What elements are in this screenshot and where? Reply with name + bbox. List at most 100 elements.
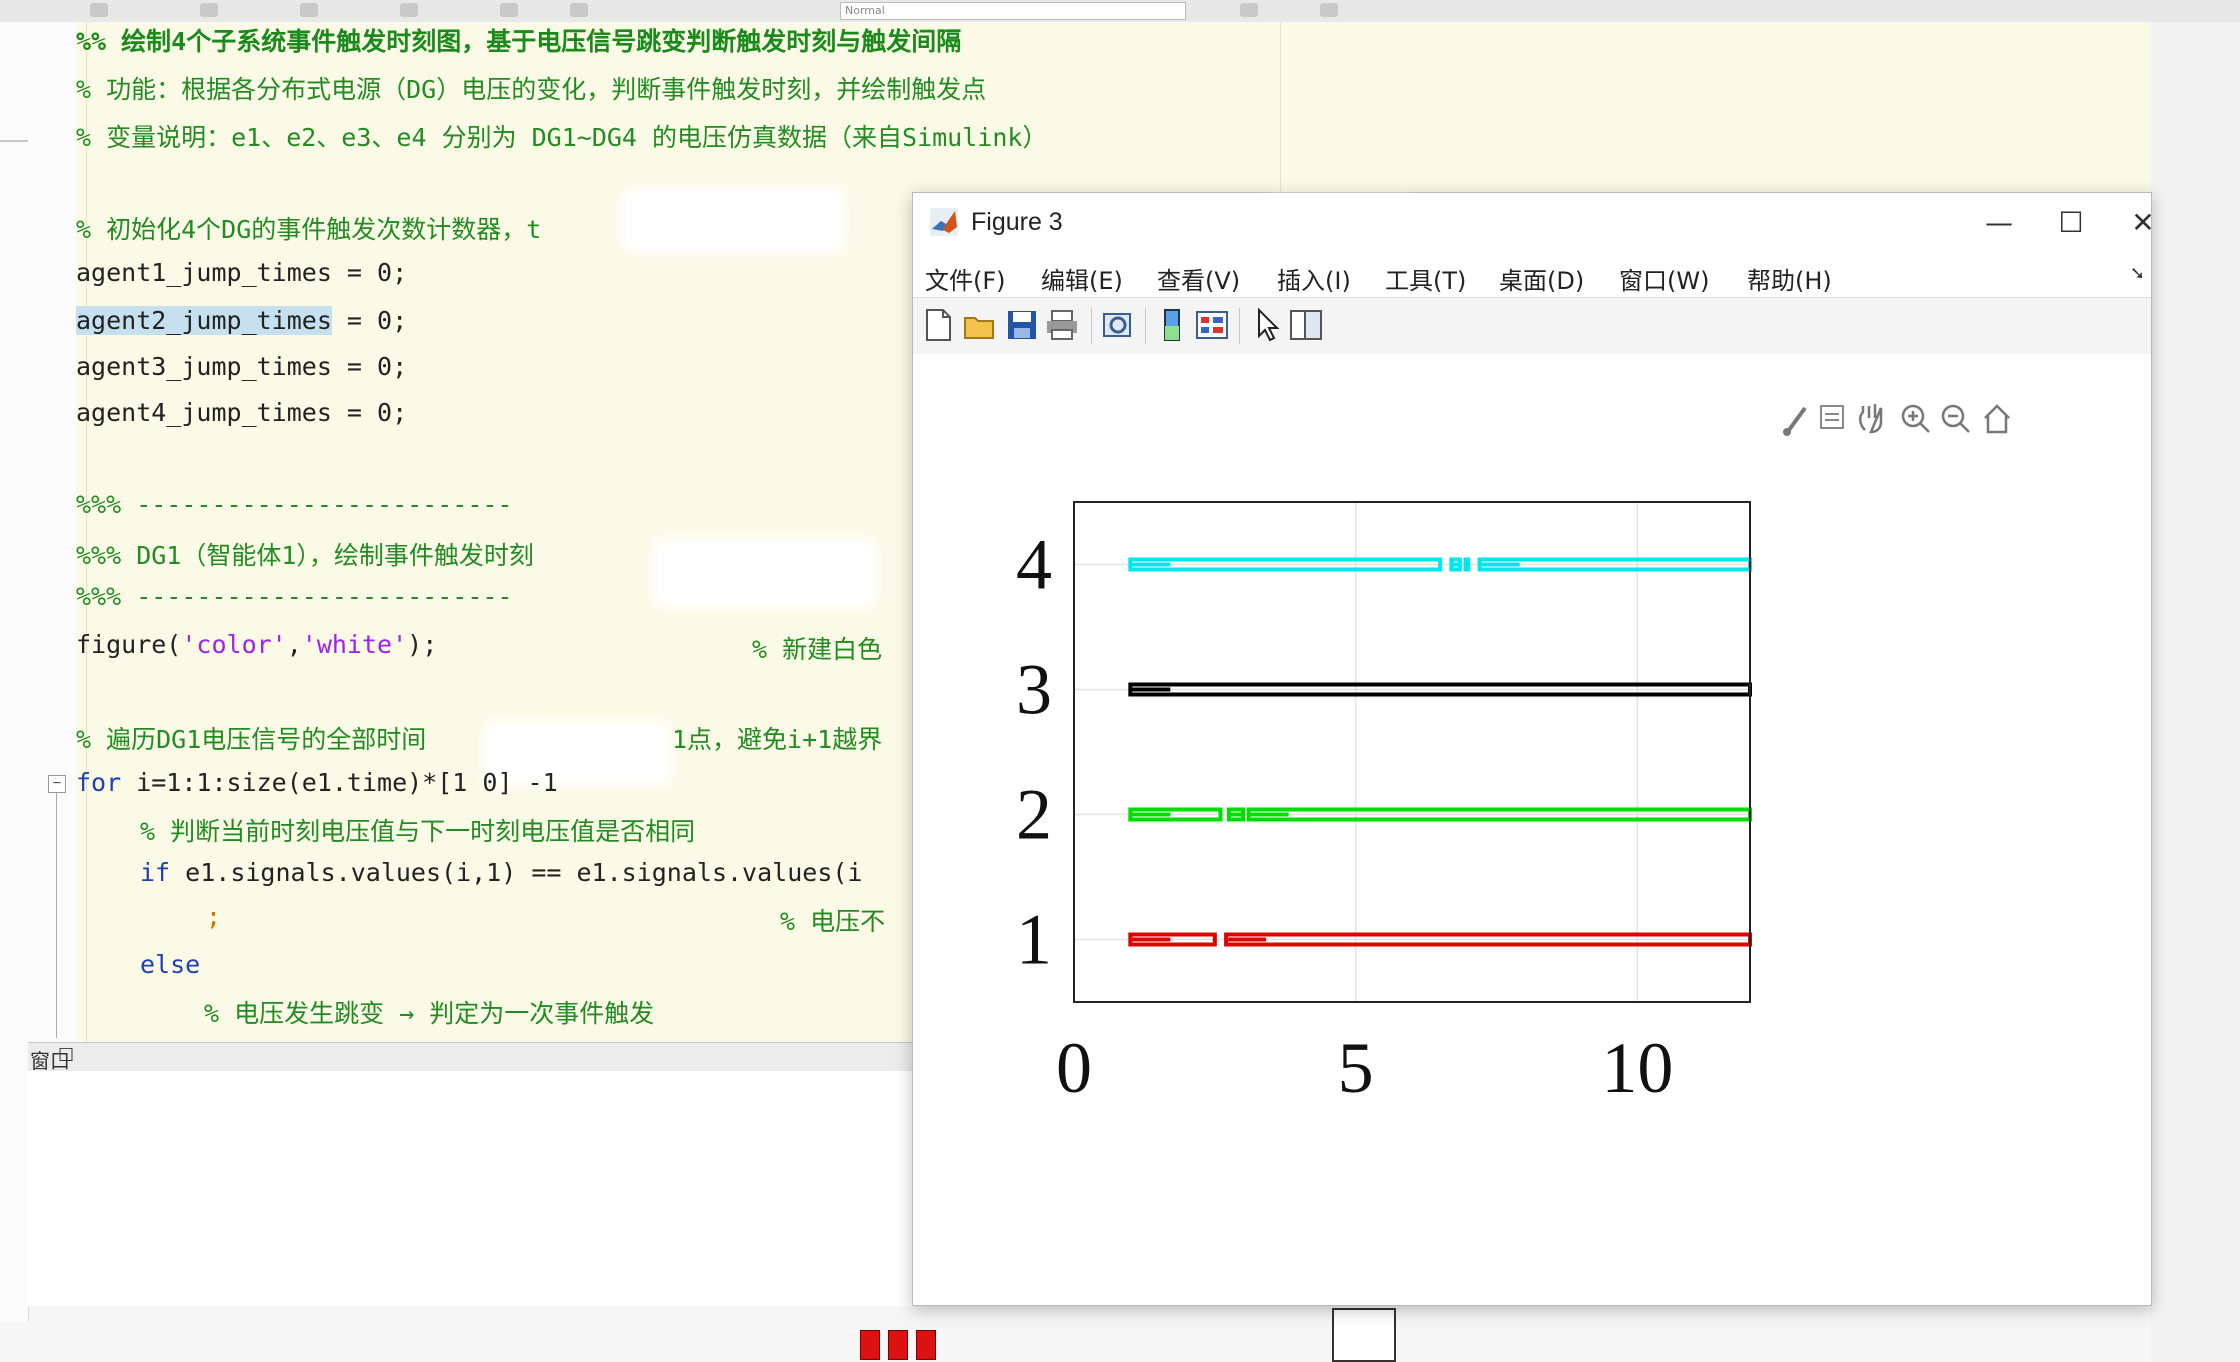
toolstrip-button[interactable] [1320, 3, 1338, 17]
code-line-21[interactable]: else [140, 950, 200, 979]
code-line-14[interactable]: figure('color','white'); [76, 630, 437, 659]
string-literal: 'white' [301, 630, 408, 659]
figure-window[interactable]: Figure 3 — ☐ ✕ 文件(F) 编辑(E) 查看(V) 插入(I) 工… [912, 192, 2155, 1306]
figure-titlebar[interactable]: Figure 3 — ☐ ✕ [913, 193, 2155, 253]
toolstrip-button[interactable] [90, 3, 108, 17]
axes-toolbar [1783, 404, 2010, 436]
code-line-9[interactable]: agent4_jump_times = 0; [76, 398, 407, 427]
y-tick-label: 2 [1016, 775, 1052, 855]
style-combo[interactable]: Normal [840, 2, 1186, 20]
menu-tools[interactable]: 工具(T) [1385, 261, 1466, 296]
legend-icon[interactable] [1193, 306, 1231, 344]
toolstrip-button[interactable] [1240, 3, 1258, 17]
selected-text: agent2_jump_times [76, 306, 332, 335]
redaction-patch [628, 195, 838, 245]
figure-menubar: 文件(F) 编辑(E) 查看(V) 插入(I) 工具(T) 桌面(D) 窗口(W… [913, 253, 2151, 297]
code-text: i=1:1:size(e1.time)*[1 0] -1 [121, 768, 558, 797]
keyword: for [76, 768, 122, 797]
new-file-icon[interactable] [919, 306, 957, 344]
data-tip-icon[interactable] [1820, 405, 1844, 429]
colorbar-icon[interactable] [1153, 306, 1191, 344]
code-line-16[interactable]: % 遍历DG1电压信号的全部时间 [76, 720, 426, 756]
menu-window[interactable]: 窗口(W) [1619, 261, 1709, 296]
fold-toggle[interactable]: − [48, 775, 66, 793]
property-editor-icon[interactable] [1287, 306, 1325, 344]
matlab-logo-icon [930, 208, 958, 236]
pan-icon[interactable] [1859, 404, 1883, 434]
window-square-icon[interactable]: ☐ [58, 1045, 74, 1066]
code-line-7[interactable]: agent2_jump_times = 0; [76, 306, 407, 335]
string-literal: 'color' [181, 630, 287, 659]
menu-file[interactable]: 文件(F) [925, 261, 1006, 296]
code-line-13[interactable]: %%% ------------------------- [76, 582, 513, 611]
code-line-20[interactable]: ; [206, 902, 221, 931]
menu-desktop[interactable]: 桌面(D) [1499, 261, 1584, 296]
close-button[interactable]: ✕ [2113, 201, 2173, 245]
code-text: e1.signals.values(i,1) == e1.signals.val… [170, 858, 863, 887]
toolbar-separator [1239, 308, 1240, 344]
print-icon[interactable] [1043, 306, 1081, 344]
menu-edit[interactable]: 编辑(E) [1041, 261, 1123, 296]
margin-line [86, 22, 87, 1042]
menu-view[interactable]: 查看(V) [1157, 261, 1240, 296]
figure-title: Figure 3 [971, 208, 1063, 236]
line-margin [28, 22, 76, 1042]
simulink-block [888, 1330, 908, 1360]
simulink-block [916, 1330, 936, 1360]
code-line-18[interactable]: % 判断当前时刻电压值与下一时刻电压值是否相同 [140, 812, 695, 848]
dg4-trigger-marker [1451, 562, 1460, 567]
menu-insert[interactable]: 插入(I) [1277, 261, 1351, 296]
event-trigger-chart: 0 5 10 1 2 3 4 [1016, 501, 1753, 1108]
code-line-5[interactable]: % 初始化4个DG的事件触发次数计数器，t [76, 210, 541, 246]
code-line-11[interactable]: %%% ------------------------- [76, 490, 513, 519]
code-line-17[interactable]: for i=1:1:size(e1.time)*[1 0] -1 [76, 768, 558, 797]
home-icon[interactable] [1984, 404, 2010, 434]
code-line-3[interactable]: % 变量说明：e1、e2、e3、e4 分别为 DG1~DG4 的电压仿真数据（来… [76, 118, 1047, 154]
dg1-trigger-marker [1130, 937, 1171, 942]
minimize-button[interactable]: — [1969, 201, 2029, 245]
zoom-out-icon[interactable] [1941, 404, 1970, 433]
toolstrip-button[interactable] [570, 3, 588, 17]
code-text: figure( [76, 630, 182, 659]
left-panel-gutter [0, 22, 29, 1322]
code-line-19[interactable]: if e1.signals.values(i,1) == e1.signals.… [140, 858, 862, 887]
keyword: if [140, 858, 171, 887]
y-tick-label: 4 [1016, 525, 1052, 605]
toolstrip-button[interactable] [300, 3, 318, 17]
code-line-8[interactable]: agent3_jump_times = 0; [76, 352, 407, 381]
y-tick-label: 3 [1016, 650, 1052, 730]
code-line-12[interactable]: %%% DG1（智能体1），绘制事件触发时刻 [76, 536, 534, 572]
code-line-22[interactable]: % 电压发生跳变 → 判定为一次事件触发 [204, 994, 654, 1030]
maximize-button[interactable]: ☐ [2041, 201, 2101, 245]
code-line-1[interactable]: %% 绘制4个子系统事件触发时刻图，基于电压信号跳变判断触发时刻与触发间隔 [76, 22, 961, 58]
dg2-trigger-marker [1130, 812, 1171, 817]
code-line-2[interactable]: % 功能：根据各分布式电源（DG）电压的变化，判断事件触发时刻，并绘制触发点 [76, 70, 986, 106]
redaction-patch [1273, 205, 1403, 235]
link-figure-icon[interactable] [1099, 306, 1137, 344]
pointer-icon[interactable] [1247, 306, 1285, 344]
dg1-trigger-marker [1226, 937, 1267, 942]
simulink-block [860, 1330, 880, 1360]
plot-area[interactable]: 0 5 10 1 2 3 4 [913, 354, 2151, 1304]
x-tick-label: 10 [1601, 1028, 1673, 1108]
x-tick-label: 5 [1338, 1028, 1374, 1108]
toolstrip-button[interactable] [500, 3, 518, 17]
code-text: , [286, 630, 302, 659]
open-folder-icon[interactable] [961, 306, 999, 344]
editor-toolstrip: Normal [0, 0, 2240, 23]
menu-help[interactable]: 帮助(H) [1747, 261, 1832, 296]
dg4-trigger-marker [1130, 562, 1171, 567]
fold-guide [56, 793, 57, 1038]
code-text: = 0; [331, 306, 408, 335]
code-line-6[interactable]: agent1_jump_times = 0; [76, 258, 407, 287]
toolstrip-button[interactable] [200, 3, 218, 17]
brush-icon[interactable] [1783, 406, 1807, 436]
axes-background [1074, 502, 1750, 1002]
code-comment-trail: 1点，避免i+1越界 [672, 725, 883, 754]
code-text: ); [407, 630, 438, 659]
toolstrip-button[interactable] [400, 3, 418, 17]
save-icon[interactable] [1003, 306, 1041, 344]
zoom-in-icon[interactable] [1901, 404, 1930, 433]
toolbar-separator [1145, 308, 1146, 344]
menubar-overflow-arrow-icon[interactable]: ➘ [2130, 263, 2145, 284]
